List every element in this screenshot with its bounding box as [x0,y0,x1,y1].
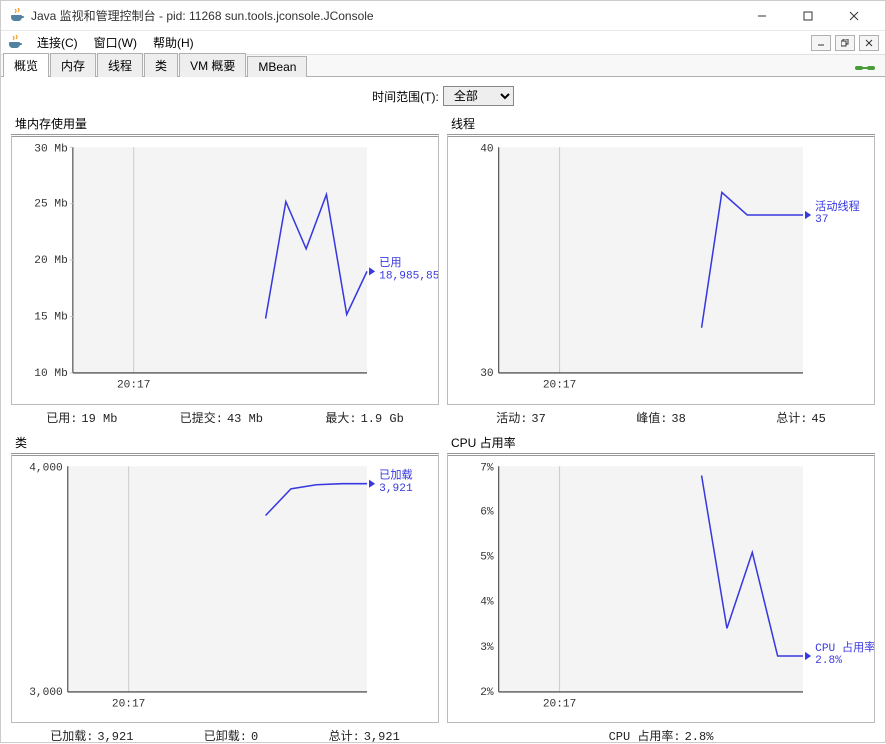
menu-connect[interactable]: 连接(C) [29,32,86,53]
svg-text:40: 40 [480,143,494,155]
heap-stats: 已用: 19 Mb 已提交: 43 Mb 最大: 1.9 Gb [11,405,439,426]
heap-max-value: 1.9 Gb [361,412,404,426]
threads-live-label: 活动: [496,412,527,426]
threads-stats: 活动: 37 峰值: 38 总计: 45 [447,405,875,426]
tabbar: 概览 内存 线程 类 VM 概要 MBean [1,55,885,77]
panel-heap: 堆内存使用量 10 Mb 15 Mb 20 Mb 25 Mb 30 Mb 20:… [11,115,439,426]
tab-mbeans[interactable]: MBean [247,56,307,77]
heap-committed-value: 43 Mb [227,412,263,426]
chart-classes[interactable]: 3,000 4,000 20:17 已加载 3,921 [11,453,439,724]
classes-total-value: 3,921 [364,730,400,744]
svg-text:3,921: 3,921 [379,483,413,495]
svg-text:20:17: 20:17 [543,698,576,710]
svg-text:25 Mb: 25 Mb [34,199,67,211]
classes-stats: 已加载: 3,921 已卸载: 0 总计: 3,921 [11,723,439,744]
svg-text:已加载: 已加载 [379,468,412,482]
menu-window[interactable]: 窗口(W) [86,32,145,53]
classes-loaded-label: 已加载: [50,730,93,744]
threads-peak-label: 峰值: [636,412,667,426]
java-icon [7,35,23,51]
svg-text:18,985,856: 18,985,856 [379,271,438,283]
panel-classes-title: 类 [11,434,439,451]
threads-total-label: 总计: [776,412,807,426]
tab-vm-summary[interactable]: VM 概要 [179,53,246,77]
menubar: 连接(C) 窗口(W) 帮助(H) [1,31,885,55]
svg-text:10 Mb: 10 Mb [34,368,67,380]
classes-total-label: 总计: [329,730,360,744]
time-range-row: 时间范围(T): 全部 [1,77,885,115]
svg-text:3,000: 3,000 [29,687,63,699]
svg-text:15 Mb: 15 Mb [34,312,67,324]
panel-cpu: CPU 占用率 2% 3% 4% 5% 6% 7% 20:17 CPU 占用率 … [447,434,875,744]
svg-text:2.8%: 2.8% [815,655,842,667]
heap-used-value: 19 Mb [81,412,117,426]
chart-heap[interactable]: 10 Mb 15 Mb 20 Mb 25 Mb 30 Mb 20:17 已用 1… [11,134,439,405]
svg-text:37: 37 [815,214,828,226]
time-range-label: 时间范围(T): [372,88,439,105]
minimize-button[interactable] [739,1,785,31]
svg-text:2%: 2% [480,687,494,699]
connection-status-icon [853,60,877,76]
heap-max-label: 最大: [325,412,356,426]
cpu-usage-label: CPU 占用率: [609,730,681,744]
window-title: Java 监视和管理控制台 - pid: 11268 sun.tools.jco… [31,7,739,24]
svg-text:20:17: 20:17 [543,379,576,391]
panel-cpu-title: CPU 占用率 [447,434,875,451]
classes-loaded-value: 3,921 [97,730,133,744]
panel-threads-title: 线程 [447,115,875,132]
classes-unloaded-value: 0 [251,730,258,744]
internal-close-button[interactable] [859,35,879,51]
svg-text:20:17: 20:17 [112,698,145,710]
chart-cpu[interactable]: 2% 3% 4% 5% 6% 7% 20:17 CPU 占用率 2.8% [447,453,875,724]
maximize-button[interactable] [785,1,831,31]
cpu-usage-value: 2.8% [685,730,714,744]
threads-total-value: 45 [811,412,825,426]
cpu-stats: CPU 占用率: 2.8% [447,723,875,744]
internal-restore-button[interactable] [835,35,855,51]
svg-text:4,000: 4,000 [29,462,63,474]
svg-text:4%: 4% [480,596,494,608]
threads-live-value: 37 [531,412,545,426]
tab-overview[interactable]: 概览 [3,53,49,77]
window-titlebar: Java 监视和管理控制台 - pid: 11268 sun.tools.jco… [1,1,885,31]
classes-unloaded-label: 已卸载: [204,730,247,744]
svg-text:已用: 已用 [379,257,401,270]
svg-text:6%: 6% [480,506,494,518]
heap-committed-label: 已提交: [180,412,223,426]
close-button[interactable] [831,1,877,31]
panel-threads: 线程 30 40 20:17 活动线程 37 活动: 37 峰值: 38 总计: 45 [447,115,875,426]
tab-classes[interactable]: 类 [144,53,178,77]
svg-text:20:17: 20:17 [117,379,150,391]
svg-text:7%: 7% [480,462,494,474]
panel-classes: 类 3,000 4,000 20:17 已加载 3,921 已加载: 3,921 … [11,434,439,744]
svg-text:CPU 占用率: CPU 占用率 [815,640,874,655]
chart-threads[interactable]: 30 40 20:17 活动线程 37 [447,134,875,405]
menu-help[interactable]: 帮助(H) [145,32,202,53]
svg-text:30 Mb: 30 Mb [34,143,67,155]
charts-grid: 堆内存使用量 10 Mb 15 Mb 20 Mb 25 Mb 30 Mb 20:… [1,115,885,741]
panel-heap-title: 堆内存使用量 [11,115,439,132]
svg-text:30: 30 [480,368,494,380]
internal-minimize-button[interactable] [811,35,831,51]
svg-text:20 Mb: 20 Mb [34,255,67,267]
threads-peak-value: 38 [671,412,685,426]
svg-text:3%: 3% [480,642,494,654]
tab-threads[interactable]: 线程 [97,53,143,77]
java-icon [9,8,25,24]
svg-text:5%: 5% [480,551,494,563]
heap-used-label: 已用: [46,412,77,426]
svg-text:活动线程: 活动线程 [815,199,860,214]
time-range-select[interactable]: 全部 [443,86,514,106]
tab-memory[interactable]: 内存 [50,53,96,77]
